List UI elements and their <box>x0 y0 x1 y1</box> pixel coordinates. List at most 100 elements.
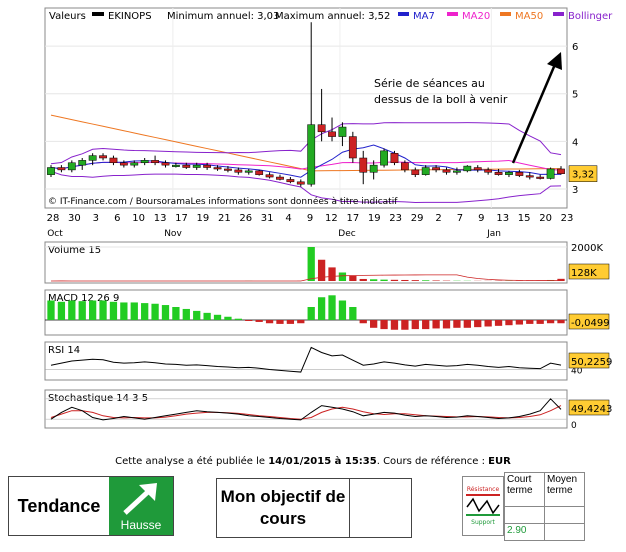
volume-bar <box>390 279 399 281</box>
x-tick-label: 15 <box>518 213 531 224</box>
candle-body <box>78 160 87 166</box>
price-plot-area <box>44 7 568 209</box>
analysis-note: Cette analyse a été publiée le 14/01/201… <box>0 456 626 467</box>
macd-bar <box>515 320 524 325</box>
candle-body <box>99 155 107 159</box>
tendance-box: Tendance Hausse <box>8 476 174 536</box>
candle-body <box>130 162 139 166</box>
macd-bar <box>286 320 295 324</box>
macd-bar <box>328 295 336 320</box>
candle-body <box>151 160 159 164</box>
hausse-badge[interactable]: Hausse <box>109 477 173 535</box>
macd-bar <box>317 297 326 320</box>
macd-bar <box>224 316 232 320</box>
candle-body <box>369 164 378 173</box>
candle-body <box>276 176 284 180</box>
volume-bar <box>370 279 378 281</box>
court-terme-header: Court terme <box>504 472 545 507</box>
macd-bar <box>411 320 419 330</box>
volume-panel: Volume 15 2000K128K <box>44 241 610 284</box>
macd-bar <box>109 301 118 320</box>
moyen-terme-header: Moyen terme <box>544 472 585 507</box>
month-label: Oct <box>47 229 63 239</box>
x-tick-label: 12 <box>325 213 338 224</box>
candle-body <box>432 167 440 171</box>
macd-bar <box>442 320 451 329</box>
x-tick-label: 13 <box>496 213 509 224</box>
candle-body <box>411 169 420 175</box>
macd-bar <box>265 320 274 324</box>
candle-body <box>348 136 357 159</box>
ticker-swatch <box>92 12 104 16</box>
annotation-line-2: dessus de la boll à venir <box>374 93 508 106</box>
annotation-line-1: Série de séances au <box>374 77 485 90</box>
macd-bar <box>88 300 97 320</box>
x-tick-label: 3 <box>93 213 99 224</box>
candle-body <box>328 131 336 137</box>
volume-bar <box>432 280 440 281</box>
candle-body <box>484 169 493 173</box>
macd-bar <box>234 318 242 320</box>
macd-bar <box>422 320 430 330</box>
month-label: Jan <box>486 229 501 239</box>
macd-bar <box>297 320 305 324</box>
candle-body <box>463 165 472 172</box>
macd-bar <box>307 307 315 320</box>
volume-bar <box>359 278 367 281</box>
candle-body <box>296 181 305 185</box>
candle-body <box>234 169 243 173</box>
month-label: Dec <box>338 229 355 239</box>
x-tick-label: 31 <box>261 213 274 224</box>
macd-bar <box>47 300 55 320</box>
x-tick-label: 19 <box>197 213 210 224</box>
macd-bar <box>401 320 409 330</box>
copyright: © IT-Finance.com / BoursoramaLes informa… <box>48 196 398 207</box>
volume-bar <box>328 267 336 281</box>
tendance-label: Tendance <box>17 495 101 516</box>
resistance-moyen <box>544 506 585 524</box>
support-resistance-icon: Résistance Support <box>466 486 500 526</box>
candle-body <box>244 170 253 173</box>
y-tick-label: 6 <box>572 42 578 53</box>
x-tick-label: 23 <box>561 213 574 224</box>
support-resistance-logo: Résistance Support <box>462 476 504 536</box>
candle-body <box>88 155 97 161</box>
month-label: Nov <box>164 229 182 239</box>
macd-bar <box>557 320 565 324</box>
candle-body <box>338 126 347 137</box>
macd-bar <box>484 320 492 327</box>
rsi-panel: RSI 144050,2259 <box>44 341 612 381</box>
candle-body <box>213 167 222 170</box>
candle-body <box>380 150 388 166</box>
candle-body <box>317 124 326 133</box>
macd-bar <box>245 320 253 321</box>
panel-label: RSI 14 <box>48 345 80 356</box>
macd-bar <box>213 314 222 320</box>
rsi-last-label: 50,2259 <box>571 357 612 368</box>
legend-label: MA20 <box>462 11 490 22</box>
panel-frame <box>44 241 568 284</box>
candle-body <box>515 172 524 176</box>
x-tick-label: 9 <box>478 213 484 224</box>
candle-body <box>161 162 170 166</box>
macd-bar <box>474 320 482 328</box>
x-tick-label: 28 <box>47 213 60 224</box>
macd-bar <box>526 320 534 324</box>
support-moyen <box>544 523 585 541</box>
candle-body <box>172 164 180 167</box>
macd-bar <box>432 320 440 329</box>
macd-bar <box>120 302 128 320</box>
arrow-up-right-icon <box>123 483 157 515</box>
macd-bar <box>453 320 461 328</box>
macd-bar <box>370 320 378 328</box>
candle-body <box>140 160 149 164</box>
volume-bar <box>422 280 430 281</box>
x-tick-label: 13 <box>154 213 167 224</box>
candle-body <box>473 167 482 171</box>
legend-swatch <box>398 12 409 16</box>
y-tick-label: 4 <box>572 137 578 148</box>
candle-body <box>203 164 212 168</box>
stoch-tick-label: 0 <box>571 421 577 431</box>
logo-support-text: Support <box>471 519 495 526</box>
last-price-label: 3,32 <box>572 170 594 181</box>
